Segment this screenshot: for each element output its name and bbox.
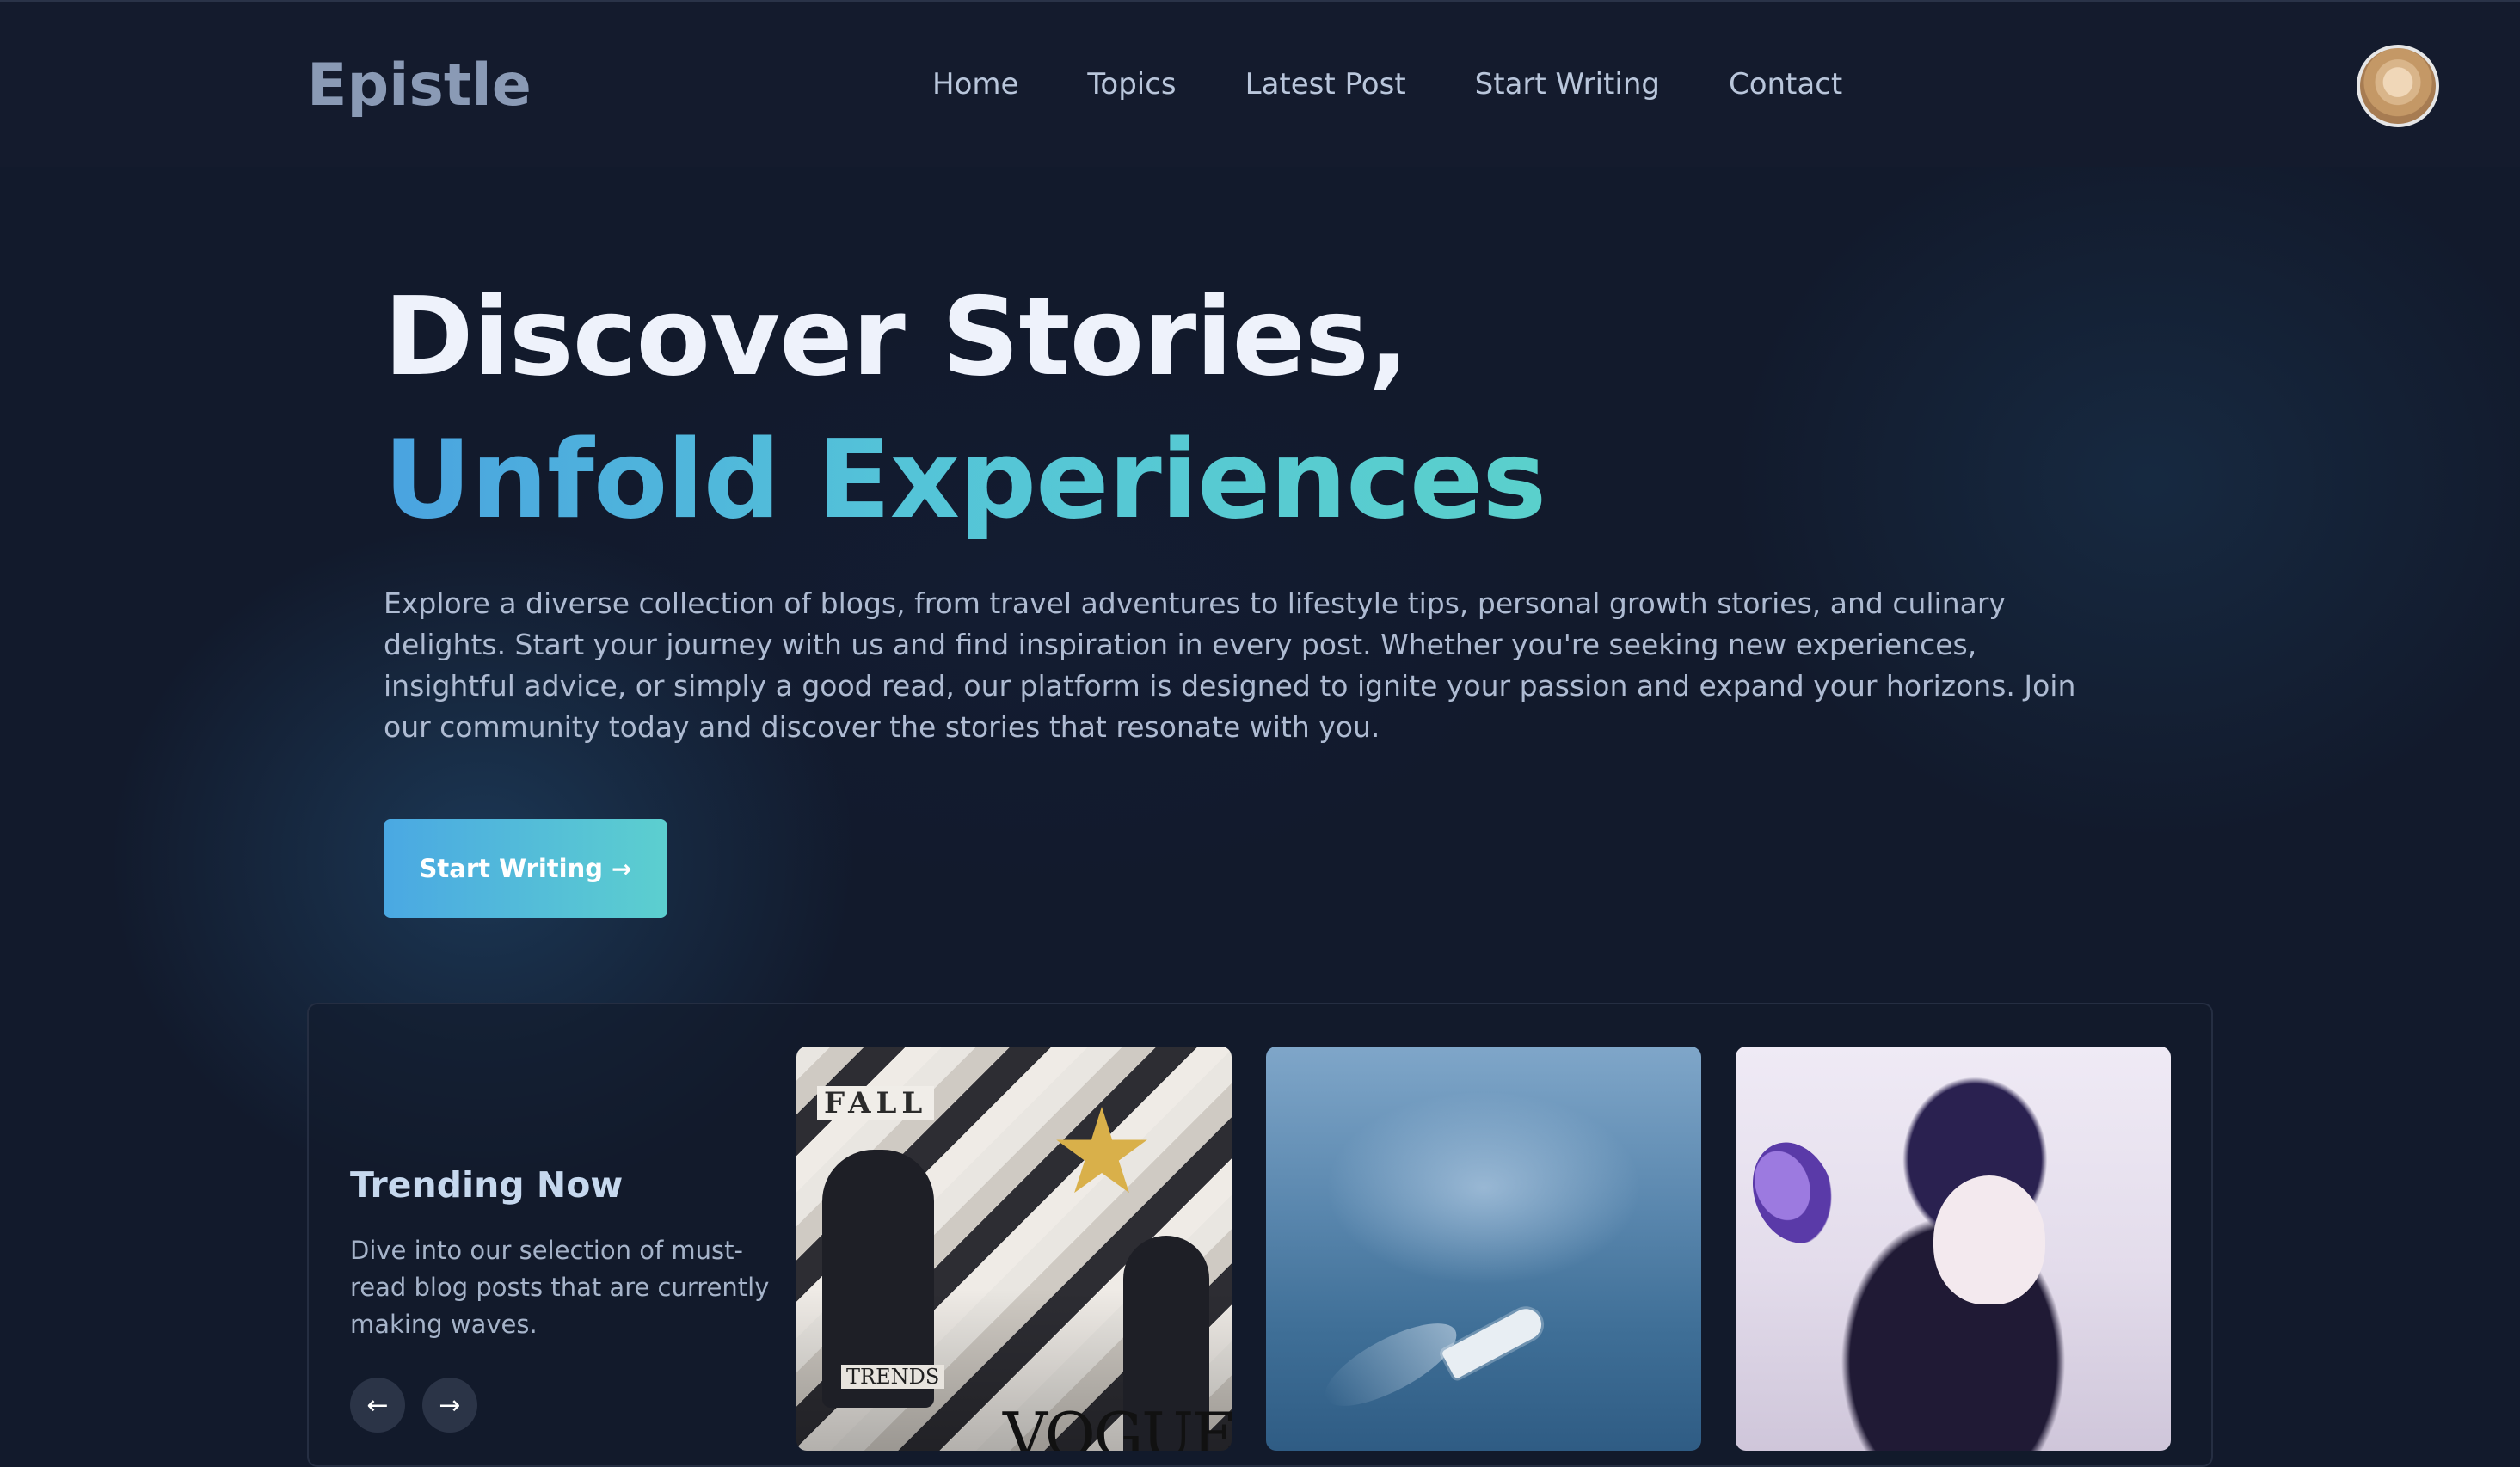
trending-description: Dive into our selection of must-read blo… xyxy=(350,1236,770,1339)
card-image-text-trends: TRENDS xyxy=(841,1365,945,1389)
boat-shape xyxy=(1441,1303,1547,1380)
carousel-prev-button[interactable]: ← xyxy=(350,1378,405,1433)
star-shape xyxy=(1056,1107,1147,1194)
navbar: Epistle Home Topics Latest Post Start Wr… xyxy=(0,0,2520,167)
card-image-text-vogue: VOGUE xyxy=(1003,1399,1232,1451)
nav-item-start-writing[interactable]: Start Writing xyxy=(1475,67,1660,101)
butterfly-shape xyxy=(1739,1131,1847,1255)
hero-description: Explore a diverse collection of blogs, f… xyxy=(384,586,2076,744)
boat-wake xyxy=(1313,1307,1468,1422)
arrow-left-icon: ← xyxy=(366,1390,389,1421)
carousel-next-button[interactable]: → xyxy=(422,1378,477,1433)
trending-card-anime[interactable] xyxy=(1736,1047,2171,1451)
arrow-right-icon: → xyxy=(612,854,632,883)
hero-title-line-2: Unfold Experiences xyxy=(384,416,1546,543)
card-image-text-fall: FALL xyxy=(817,1086,935,1120)
user-avatar[interactable] xyxy=(2357,45,2439,127)
start-writing-button-label: Start Writing xyxy=(419,854,604,883)
trending-card-city-boat[interactable] xyxy=(1266,1047,1701,1451)
nav-item-topics[interactable]: Topics xyxy=(1087,67,1176,101)
nav-item-latest-post[interactable]: Latest Post xyxy=(1245,67,1406,101)
arrow-right-icon: → xyxy=(439,1390,461,1421)
trending-title: Trending Now xyxy=(350,1164,624,1206)
nav-item-contact[interactable]: Contact xyxy=(1729,67,1842,101)
nav-item-home[interactable]: Home xyxy=(932,67,1018,101)
character-face xyxy=(1933,1175,2045,1304)
trending-card-fashion[interactable]: FALL TRENDS VOGUE xyxy=(796,1047,1232,1451)
site-logo[interactable]: Epistle xyxy=(307,52,532,120)
hero-title-line-1: Discover Stories, xyxy=(384,273,1410,400)
main-nav: Home Topics Latest Post Start Writing Co… xyxy=(932,67,1911,101)
start-writing-button[interactable]: Start Writing → xyxy=(384,819,667,918)
